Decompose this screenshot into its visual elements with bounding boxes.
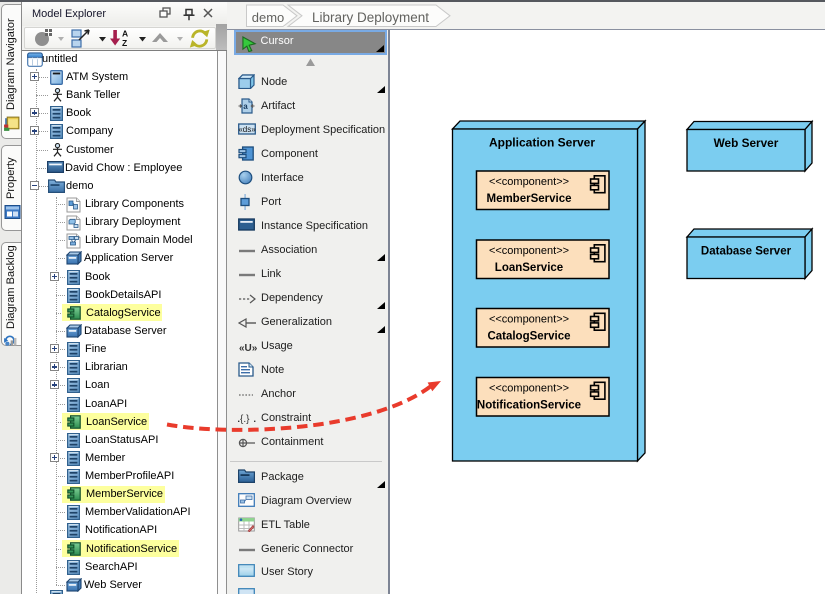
svg-text:A: A [122, 29, 128, 39]
svg-text:Z: Z [122, 38, 127, 48]
svg-text:«U»: «U» [239, 343, 257, 353]
svg-text:«ds»: «ds» [238, 125, 256, 134]
svg-text:Library Deployment: Library Deployment [312, 10, 429, 25]
svg-text:a: a [243, 102, 248, 111]
svg-text:{.}: {.} [240, 414, 250, 425]
svg-text:demo: demo [252, 10, 285, 25]
